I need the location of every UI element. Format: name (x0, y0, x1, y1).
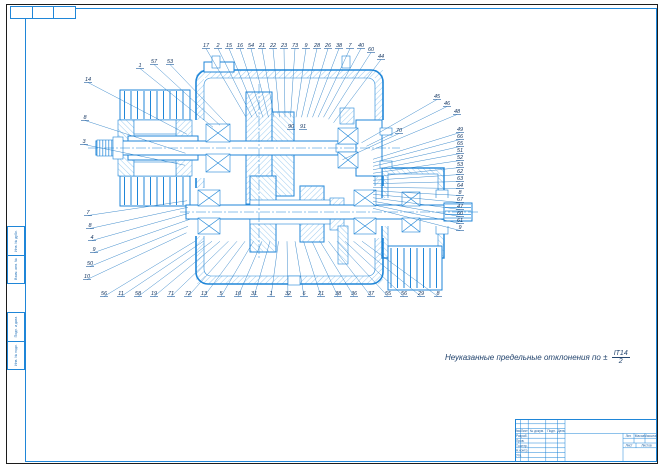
tolerance-numerator: IT14 (612, 350, 630, 358)
title-block-label: Разраб. (516, 434, 528, 438)
title-block-label: № докум. (530, 429, 544, 433)
margin-label: Подп. и дата (14, 316, 18, 337)
title-block-label: Т.контр. (516, 444, 528, 448)
reference-stamp (10, 6, 76, 19)
tolerance-note: Неуказанные предельные отклонения по ± I… (445, 350, 655, 366)
margin-cell: Взам. инв. № (8, 255, 24, 284)
reference-stamp-cell (32, 7, 54, 18)
margin-cell: Подп. и дата (8, 313, 24, 341)
margin-label: Инв. № подл. (14, 344, 18, 366)
title-block-label: Н.контр. (516, 449, 528, 453)
margin-table-upper: Инв. № дубл. Взам. инв. № (7, 226, 25, 284)
title-block-label: Листов (641, 443, 652, 447)
margin-cell: Инв. № дубл. (8, 227, 24, 255)
margin-cell: Инв. № подл. (8, 341, 24, 370)
margin-label: Инв. № дубл. (14, 230, 18, 252)
title-block-label: Лист (626, 443, 633, 447)
title-block-label: Лит. (626, 434, 632, 438)
drawing-sheet: Инв. № дубл. Взам. инв. № Подп. и дата И… (0, 0, 666, 470)
margin-table-lower: Подп. и дата Инв. № подл. (7, 312, 25, 370)
title-block-label: Подп. (547, 429, 556, 433)
title-block-label: Масса (635, 434, 645, 438)
title-block-label: Дата (557, 429, 564, 433)
title-block-label: Масштаб (644, 434, 657, 438)
reference-stamp-cell (53, 7, 75, 18)
reference-stamp-cell (11, 7, 32, 18)
tolerance-note-text: Неуказанные предельные отклонения по ± (445, 353, 607, 362)
tolerance-fraction: IT14 2 (612, 350, 630, 366)
title-block-label: Пров. (516, 439, 525, 443)
title-block-label: Лист (521, 429, 528, 433)
title-block-grid (515, 419, 657, 462)
drawing-frame (25, 8, 657, 462)
margin-label: Взам. инв. № (14, 258, 18, 280)
title-block-label: Утв. (516, 453, 522, 457)
title-block: Изм.Лист№ докум.Подп.ДатаРазраб.Пров.Т.к… (515, 419, 657, 462)
tolerance-denominator: 2 (612, 358, 630, 365)
